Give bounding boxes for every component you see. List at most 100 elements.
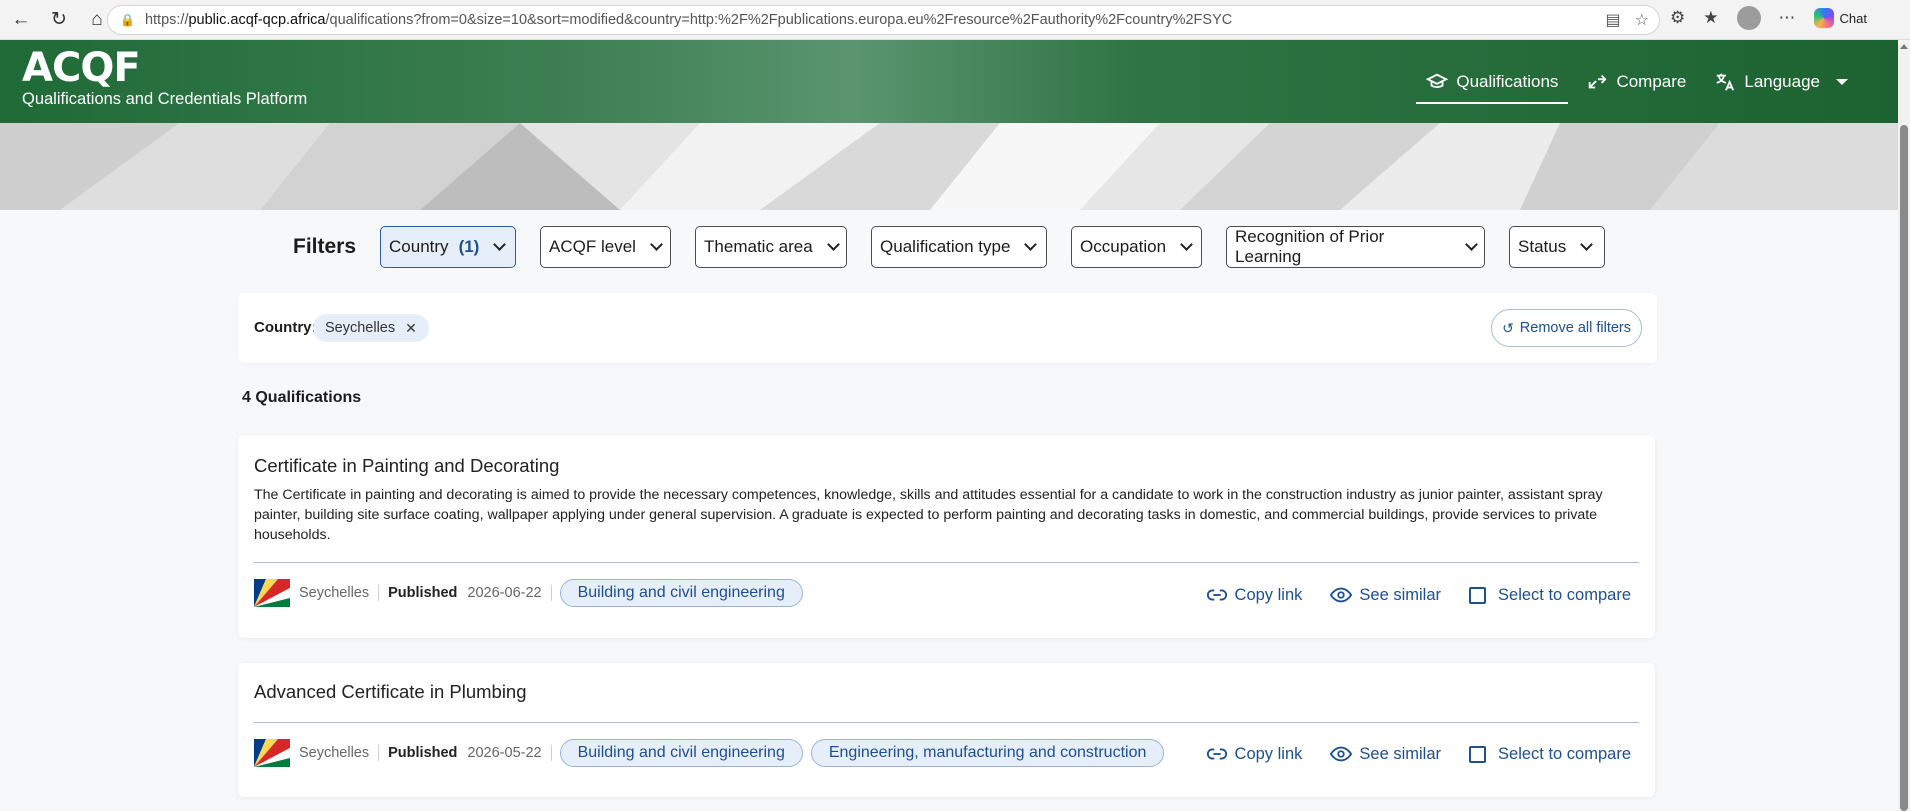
more-menu-icon[interactable]: ⋯ [1779,8,1796,28]
card-actions: Copy link See similar Select to compare [1178,584,1631,606]
filter-status[interactable]: Status [1509,226,1606,268]
chat-button[interactable]: Chat [1813,8,1867,28]
compare-arrows-icon [1589,74,1607,88]
close-icon[interactable]: ✕ [405,320,417,337]
scroll-thumb[interactable] [1900,125,1908,811]
copilot-icon [1813,8,1834,28]
qualification-meta: Seychelles Published 2026-06-22 Building… [254,578,803,608]
filter-country[interactable]: Country (1) [380,226,517,268]
eye-icon [1330,746,1353,762]
url-prefix: https:// [144,12,189,28]
see-similar-button[interactable]: See similar [1330,584,1441,606]
select-to-compare-checkbox[interactable]: Select to compare [1469,586,1631,605]
qualification-description: The Certificate in painting and decorati… [254,487,1603,543]
url-path: /qualifications?from=0&size=10&sort=modi… [325,12,1233,28]
nav-compare[interactable]: Compare [1586,62,1686,102]
back-arrow-icon[interactable]: ← [4,3,38,37]
copy-link-label: Copy link [1234,585,1303,604]
chevron-down-icon [650,238,663,251]
seychelles-flag-icon [254,579,290,607]
qualification-country: Seychelles [299,745,380,761]
extensions-icon[interactable]: ⚙ [1670,8,1685,28]
filter-recognition-prior-learning[interactable]: Recognition of Prior Learning [1226,226,1486,268]
active-filters-panel: Country: Seychelles ✕ ↺ Remove all filte… [238,293,1657,363]
chevron-down-icon [1024,238,1038,251]
chevron-down-icon [1465,238,1478,251]
polygon-pattern [0,123,1898,210]
address-bar[interactable]: 🔒 https://public.acqf-qcp.africa/qualifi… [107,5,1660,35]
filter-occupation-label: Occupation [1080,237,1167,256]
nav-compare-label: Compare [1616,71,1687,91]
browser-toolbar: ← ↻ ⌂ 🔒 https://public.acqf-qcp.africa/q… [0,0,1910,40]
filter-occupation[interactable]: Occupation [1071,226,1203,268]
nav-language-label: Language [1744,71,1820,91]
nav-language[interactable]: Language [1714,62,1848,102]
filter-status-label: Status [1518,237,1567,256]
qualification-title[interactable]: Advanced Certificate in Plumbing [254,681,527,703]
copy-link-label: Copy link [1234,744,1303,763]
filter-qualification-type-label: Qualification type [880,237,1011,256]
link-icon [1206,589,1227,601]
filters-title: Filters [293,235,357,258]
remove-all-filters-label: Remove all filters [1519,320,1631,336]
select-to-compare-label: Select to compare [1498,744,1631,763]
seychelles-flag-icon [254,739,290,767]
filters-bar: Filters Country (1) ACQF level Thematic … [293,226,1606,268]
qualification-card: Advanced Certificate in Plumbing Seychel… [238,663,1655,797]
copy-link-button[interactable]: Copy link [1206,584,1303,606]
remove-all-filters-button[interactable]: ↺ Remove all filters [1491,309,1642,347]
link-icon [1206,748,1227,760]
filter-qualification-type[interactable]: Qualification type [871,226,1048,268]
checkbox-icon[interactable] [1469,745,1487,763]
scroll-up-icon[interactable] [1900,44,1908,49]
favorites-icon[interactable]: ★ [1703,8,1718,28]
thematic-tag[interactable]: Engineering, manufacturing and construct… [810,739,1165,767]
chevron-down-icon [493,238,507,251]
nav-qualifications-label: Qualifications [1456,71,1559,91]
chevron-down-icon [1580,238,1594,251]
eye-icon [1330,587,1353,603]
chevron-down-icon [1180,238,1193,251]
see-similar-label: See similar [1359,585,1442,604]
qualification-date: 2026-05-22 [467,745,552,761]
site-tagline: Qualifications and Credentials Platform [22,90,308,108]
nav-qualifications[interactable]: Qualifications [1416,62,1569,104]
select-to-compare-checkbox[interactable]: Select to compare [1469,745,1631,764]
url-domain: public.acqf-qcp.africa [188,12,326,28]
translate-icon [1716,73,1735,91]
see-similar-button[interactable]: See similar [1330,743,1441,765]
qualification-title[interactable]: Certificate in Painting and Decorating [254,455,559,477]
filter-country-count: (1) [458,237,480,256]
thematic-tag[interactable]: Building and civil engineering [559,579,803,607]
copy-link-button[interactable]: Copy link [1206,743,1303,765]
qualification-card: Certificate in Painting and Decorating T… [238,435,1655,638]
card-actions: Copy link See similar Select to compare [1178,743,1631,765]
profile-avatar[interactable] [1736,6,1761,30]
hero-banner [0,123,1898,210]
reload-icon[interactable]: ↻ [42,3,76,37]
site-header: ACQF Qualifications and Credentials Plat… [0,40,1898,123]
result-count: 4 Qualifications [242,389,362,406]
select-to-compare-label: Select to compare [1498,585,1631,604]
thematic-tag[interactable]: Building and civil engineering [559,739,803,767]
filter-acqf-level[interactable]: ACQF level [540,226,672,268]
filter-chip-label: Seychelles [325,320,396,336]
checkbox-icon[interactable] [1469,586,1487,604]
qualification-date: 2026-06-22 [467,585,552,601]
acqf-logo[interactable]: ACQF [22,46,141,90]
see-similar-label: See similar [1359,744,1442,763]
page-scrollbar[interactable] [1898,40,1910,811]
filter-rpl-label: Recognition of Prior Learning [1235,227,1385,266]
lock-icon: 🔒 [120,13,135,27]
filter-thematic-area[interactable]: Thematic area [695,226,848,268]
qualification-status: Published [388,745,458,761]
active-filter-label: Country: [254,319,317,336]
qualification-country: Seychelles [299,585,380,601]
reader-mode-icon[interactable]: ▤ [1606,10,1621,30]
main-nav: Qualifications Compare Language [1416,40,1898,123]
graduation-cap-icon [1426,73,1449,88]
filter-chip-seychelles[interactable]: Seychelles ✕ [313,314,429,342]
favorite-star-icon[interactable]: ☆ [1635,10,1649,30]
history-reset-icon: ↺ [1502,319,1514,336]
qualification-status: Published [388,585,458,601]
